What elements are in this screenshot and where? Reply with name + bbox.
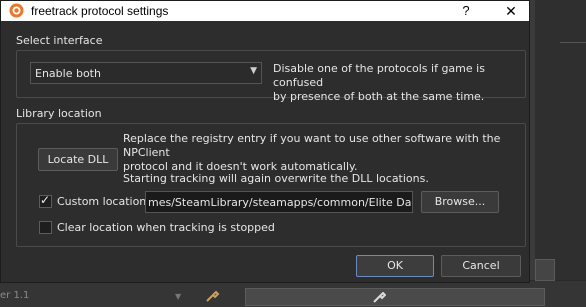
- interface-select-value: Enable both: [35, 67, 101, 80]
- wrench-icon[interactable]: [204, 289, 220, 303]
- library-info-line: Replace the registry entry if you want t…: [123, 132, 501, 159]
- custom-location-path-input[interactable]: mes/SteamLibrary/steamapps/common/Elite …: [145, 191, 413, 213]
- library-info: Replace the registry entry if you want t…: [123, 132, 529, 174]
- clear-location-label: Clear location when tracking is stopped: [57, 221, 275, 234]
- background-divider: [560, 42, 586, 43]
- library-group-title: Library location: [16, 107, 102, 120]
- interface-group-title: Select interface: [16, 34, 103, 47]
- custom-location-label: Custom location: [57, 195, 147, 208]
- cancel-button[interactable]: Cancel: [441, 255, 521, 277]
- protocol-settings-dialog: freetrack protocol settings ? ✕ Select i…: [0, 0, 530, 283]
- checkmark-icon: ✓: [40, 193, 51, 207]
- custom-location-checkbox[interactable]: ✓: [39, 193, 52, 208]
- freetrack-app-icon: [9, 3, 24, 18]
- library-overwrite-note: Starting tracking will again overwrite t…: [123, 172, 429, 185]
- window-title: freetrack protocol settings: [31, 4, 169, 18]
- chevron-down-icon: ▼: [250, 66, 257, 76]
- help-button[interactable]: ?: [456, 1, 476, 21]
- background-version-text: er 1.1: [0, 290, 30, 301]
- locate-dll-button[interactable]: Locate DLL: [38, 148, 118, 171]
- close-button[interactable]: ✕: [497, 1, 525, 21]
- title-bar[interactable]: freetrack protocol settings ? ✕: [1, 1, 529, 21]
- custom-location-path-value: mes/SteamLibrary/steamapps/common/Elite …: [148, 196, 412, 209]
- clear-location-checkbox[interactable]: [39, 221, 52, 234]
- ok-button[interactable]: OK: [356, 255, 434, 277]
- tools-icon: [372, 291, 387, 304]
- interface-description: Disable one of the protocols if game is …: [273, 62, 529, 104]
- interface-description-line: Disable one of the protocols if game is …: [273, 62, 485, 89]
- chevron-down-icon: ▼: [175, 292, 182, 301]
- background-combo[interactable]: [535, 259, 555, 281]
- browse-button[interactable]: Browse...: [421, 191, 499, 213]
- interface-select[interactable]: Enable both ▼: [30, 62, 262, 84]
- background-tool-button[interactable]: [245, 288, 545, 306]
- interface-description-line: by presence of both at the same time.: [273, 90, 485, 103]
